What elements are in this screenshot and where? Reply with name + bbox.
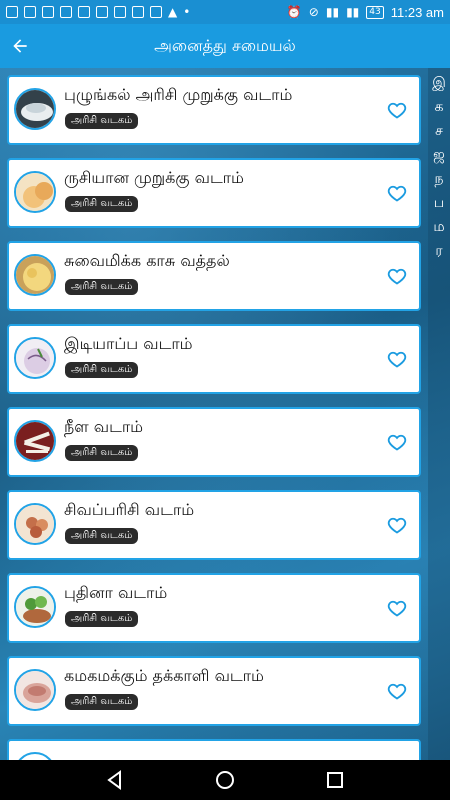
index-letter[interactable]: இ <box>428 71 450 95</box>
signal-icon: ▮▮ <box>346 5 360 19</box>
recipe-thumbnail <box>14 337 56 379</box>
category-badge: அரிசி வடகம் <box>65 196 139 212</box>
triangle-back-icon <box>107 770 121 790</box>
system-icons: ⏰ ⊘ ▮▮ ▮▮ 43 11:23 am <box>287 5 444 20</box>
recipe-card[interactable]: சுவைமிக்க காசு வத்தல் அரிசி வடகம் <box>7 241 421 311</box>
heart-outline-icon[interactable] <box>387 266 407 286</box>
recipe-thumbnail <box>14 171 56 213</box>
heart-outline-icon[interactable] <box>387 432 407 452</box>
page-title: அனைத்து சமையல் <box>154 35 296 55</box>
recipe-card[interactable]: கமகமக்கும் தக்காளி வடாம் அரிசி வடகம் <box>7 656 421 726</box>
recipe-name: இடியாப்ப வடாம் <box>64 334 193 353</box>
index-letter[interactable]: ப <box>428 191 450 215</box>
recipe-thumbnail <box>14 752 56 760</box>
index-letter[interactable]: ந <box>428 167 450 191</box>
notification-icon <box>96 6 108 18</box>
mail-icon <box>132 6 144 18</box>
category-badge: அரிசி வடகம் <box>65 362 139 378</box>
arrow-left-icon <box>13 39 27 53</box>
recipe-thumbnail <box>14 669 56 711</box>
heart-outline-icon[interactable] <box>387 598 407 618</box>
notification-icon <box>42 6 54 18</box>
recipe-card[interactable]: சிவப்பரிசி வடாம் அரிசி வடகம் <box>7 490 421 560</box>
circle-home-icon <box>216 771 234 789</box>
category-badge: அரிசி வடகம் <box>65 611 139 627</box>
notification-icon <box>150 6 162 18</box>
index-letter[interactable]: ம <box>428 215 450 239</box>
heart-outline-icon[interactable] <box>387 100 407 120</box>
category-badge: அரிசி வடகம் <box>65 694 139 710</box>
category-badge: அரிசி வடகம் <box>65 528 139 544</box>
index-letter[interactable]: ர <box>428 239 450 263</box>
notification-icons: ▲ • <box>6 5 190 19</box>
back-button[interactable] <box>0 24 40 68</box>
heart-outline-icon[interactable] <box>387 349 407 369</box>
heart-outline-icon[interactable] <box>387 681 407 701</box>
mute-icon: ⊘ <box>308 5 319 19</box>
notification-icon <box>78 6 90 18</box>
heart-outline-icon[interactable] <box>387 183 407 203</box>
image-icon <box>114 6 126 18</box>
recipe-thumbnail <box>14 254 56 296</box>
alphabet-index: இ க ச ஜ ந ப ம ர <box>428 68 450 760</box>
recipe-name: சுவைமிக்க காசு வத்தல் <box>64 251 230 270</box>
bell-icon: ▲ <box>168 5 178 19</box>
recipe-thumbnail <box>14 420 56 462</box>
nav-back-button[interactable] <box>100 765 130 795</box>
index-letter[interactable]: ஜ <box>428 143 450 167</box>
recipe-card[interactable]: ருசியான முறுக்கு வடாம் அரிசி வடகம் <box>7 158 421 228</box>
app-bar: அனைத்து சமையல் <box>0 24 450 68</box>
recipe-card[interactable]: இடியாப்ப வடாம் அரிசி வடகம் <box>7 324 421 394</box>
more-icon: • <box>183 5 191 19</box>
recipe-name: புதினா வடாம் <box>64 583 168 602</box>
signal-icon: ▮▮ <box>325 5 340 19</box>
index-letter[interactable]: க <box>428 95 450 119</box>
recipe-thumbnail <box>14 586 56 628</box>
system-nav-bar <box>0 760 450 800</box>
recipe-thumbnail <box>14 503 56 545</box>
nav-recents-button[interactable] <box>320 765 350 795</box>
recipe-card-partial[interactable] <box>7 739 421 760</box>
notification-icon <box>6 6 18 18</box>
battery-icon: 43 <box>366 5 384 19</box>
category-badge: அரிசி வடகம் <box>65 279 139 295</box>
recipe-list-area[interactable]: புழுங்கல் அரிசி முறுக்கு வடாம் அரிசி வடக… <box>0 68 450 760</box>
recipe-thumbnail <box>14 88 56 130</box>
recipe-name: ருசியான முறுக்கு வடாம் <box>64 168 244 187</box>
nav-home-button[interactable] <box>210 765 240 795</box>
recipe-name: சிவப்பரிசி வடாம் <box>64 500 195 519</box>
index-letter[interactable]: ச <box>428 119 450 143</box>
alarm-icon: ⏰ <box>286 5 302 19</box>
recipe-name: நீள வடாம் <box>64 417 144 436</box>
square-recents-icon <box>327 772 343 788</box>
recipe-card[interactable]: நீள வடாம் அரிசி வடகம் <box>7 407 421 477</box>
recipe-name: புழுங்கல் அரிசி முறுக்கு வடாம் <box>64 85 293 104</box>
recipe-name: கமகமக்கும் தக்காளி வடாம் <box>64 666 264 685</box>
category-badge: அரிசி வடகம் <box>65 445 139 461</box>
notification-icon <box>60 6 72 18</box>
category-badge: அரிசி வடகம் <box>65 113 139 129</box>
clock: 11:23 am <box>390 4 444 20</box>
heart-outline-icon[interactable] <box>387 515 407 535</box>
recipe-card[interactable]: புதினா வடாம் அரிசி வடகம் <box>7 573 421 643</box>
status-bar: ▲ • ⏰ ⊘ ▮▮ ▮▮ 43 11:23 am <box>0 0 450 24</box>
recipe-card[interactable]: புழுங்கல் அரிசி முறுக்கு வடாம் அரிசி வடக… <box>7 75 421 145</box>
notification-icon <box>24 6 36 18</box>
